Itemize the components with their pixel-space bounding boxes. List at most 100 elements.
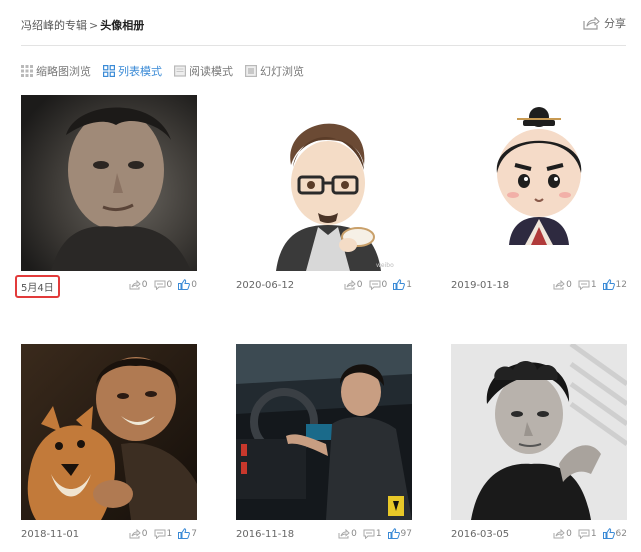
- comment-icon: [154, 529, 166, 539]
- comment-count: 1: [375, 528, 382, 539]
- photo-actions: 0 1 12: [547, 279, 627, 290]
- photo-actions: 0 1 97: [332, 528, 412, 539]
- view-mode-label: 缩略图浏览: [36, 65, 91, 78]
- comment-icon: [578, 280, 590, 290]
- photo-meta: 2020-06-12 0 0 1: [236, 278, 412, 296]
- forward-button[interactable]: 0: [129, 279, 148, 290]
- photo-card: 5月4日 0 0 0: [15, 95, 197, 298]
- comment-icon: [578, 529, 590, 539]
- forward-button[interactable]: 0: [129, 528, 148, 539]
- forward-icon: [129, 528, 141, 538]
- forward-count: 0: [351, 528, 357, 539]
- comment-count: 1: [166, 528, 173, 539]
- man-in-car-photo: [236, 344, 412, 520]
- like-count: 97: [400, 528, 412, 539]
- photo-actions: 0 1 62: [547, 528, 627, 539]
- thumbs-up-icon: [178, 528, 191, 539]
- comment-icon: [154, 280, 166, 290]
- like-count: 7: [191, 528, 197, 539]
- photo-date: 2016-03-05: [451, 529, 510, 540]
- view-mode-toolbar: 缩略图浏览 列表模式 阅读模式 幻灯浏览: [21, 63, 316, 79]
- share-button[interactable]: 分享: [583, 15, 626, 31]
- bw-portrait-photo: [451, 344, 627, 520]
- photo-date: 5月4日: [15, 275, 60, 298]
- like-button[interactable]: 0: [178, 279, 197, 290]
- photo-meta: 2018-11-01 0 1 7: [21, 527, 197, 545]
- thumbs-up-icon: [602, 528, 615, 539]
- like-count: 12: [615, 279, 627, 290]
- photo-card: 2016-11-18 0 1 97: [236, 344, 412, 545]
- view-mode-slideshow[interactable]: 幻灯浏览: [245, 63, 304, 79]
- forward-count: 0: [566, 279, 572, 290]
- comment-count: 0: [381, 279, 388, 290]
- cartoon-avatar-photo: weibo: [236, 95, 412, 271]
- breadcrumb-separator: >: [89, 19, 99, 32]
- like-button[interactable]: 62: [602, 528, 627, 539]
- comment-count: 1: [590, 528, 597, 539]
- photo-meta: 2016-11-18 0 1 97: [236, 527, 412, 545]
- photo-date: 2019-01-18: [451, 280, 510, 291]
- photo-date: 2020-06-12: [236, 280, 295, 291]
- comment-button[interactable]: 1: [578, 280, 597, 290]
- svg-text:weibo: weibo: [376, 262, 394, 269]
- like-button[interactable]: 1: [393, 279, 412, 290]
- view-mode-label: 列表模式: [118, 65, 162, 78]
- photo-thumbnail[interactable]: [21, 344, 197, 520]
- forward-icon: [553, 528, 565, 538]
- photo-date: 2016-11-18: [236, 529, 295, 540]
- forward-icon: [338, 528, 350, 538]
- breadcrumb-album-owner-link[interactable]: 冯绍峰的专辑: [21, 19, 87, 32]
- photo-card: 2019-01-18 0 1 12: [451, 95, 627, 296]
- comment-button[interactable]: 0: [369, 279, 388, 290]
- share-icon: [583, 16, 600, 30]
- man-with-fox-photo: [21, 344, 197, 520]
- album-header: 冯绍峰的专辑 > 头像相册 分享: [21, 12, 626, 38]
- forward-button[interactable]: 0: [553, 279, 572, 290]
- thumbs-up-icon: [387, 528, 400, 539]
- thumbs-up-icon: [178, 279, 191, 290]
- comment-count: 1: [590, 279, 597, 290]
- book-icon: [174, 65, 186, 77]
- photo-card: 2018-11-01 0 1 7: [21, 344, 197, 545]
- photo-thumbnail[interactable]: [236, 344, 412, 520]
- view-mode-label: 阅读模式: [189, 65, 233, 78]
- comment-button[interactable]: 1: [363, 529, 382, 539]
- forward-button[interactable]: 0: [553, 528, 572, 539]
- comment-button[interactable]: 0: [154, 280, 172, 290]
- forward-count: 0: [356, 279, 363, 290]
- comment-button[interactable]: 1: [578, 529, 597, 539]
- forward-icon: [129, 279, 141, 289]
- view-mode-reading[interactable]: 阅读模式: [174, 63, 233, 79]
- photo-thumbnail[interactable]: [451, 95, 627, 271]
- photo-meta: 2019-01-18 0 1 12: [451, 278, 627, 296]
- grid-icon: [21, 65, 33, 77]
- photo-actions: 0 0 0: [123, 279, 197, 290]
- list-icon: [103, 65, 115, 77]
- thumbs-up-icon: [393, 279, 406, 290]
- photo-thumbnail[interactable]: [451, 344, 627, 520]
- like-count: 0: [191, 279, 197, 290]
- forward-button[interactable]: 0: [344, 279, 363, 290]
- forward-button[interactable]: 0: [338, 528, 357, 539]
- like-button[interactable]: 7: [178, 528, 197, 539]
- like-button[interactable]: 97: [387, 528, 412, 539]
- view-mode-thumbnail[interactable]: 缩略图浏览: [21, 63, 91, 79]
- forward-count: 0: [141, 528, 148, 539]
- photo-card: 2016-03-05 0 1 62: [451, 344, 627, 545]
- view-mode-list[interactable]: 列表模式: [103, 63, 162, 79]
- comment-icon: [363, 529, 375, 539]
- thumbs-up-icon: [602, 279, 615, 290]
- view-mode-label: 幻灯浏览: [260, 65, 304, 78]
- photo-thumbnail[interactable]: weibo: [236, 95, 412, 271]
- forward-icon: [344, 279, 356, 289]
- share-label: 分享: [604, 17, 626, 30]
- photo-thumbnail[interactable]: [21, 95, 197, 271]
- breadcrumb: 冯绍峰的专辑 > 头像相册: [21, 17, 144, 33]
- like-button[interactable]: 12: [602, 279, 627, 290]
- forward-icon: [553, 279, 565, 289]
- portrait-photo: [21, 95, 197, 271]
- photo-meta: 2016-03-05 0 1 62: [451, 527, 627, 545]
- comment-button[interactable]: 1: [154, 528, 173, 539]
- photo-card: weibo 2020-06-12 0 0 1: [236, 95, 412, 296]
- photo-actions: 0 0 1: [338, 279, 412, 290]
